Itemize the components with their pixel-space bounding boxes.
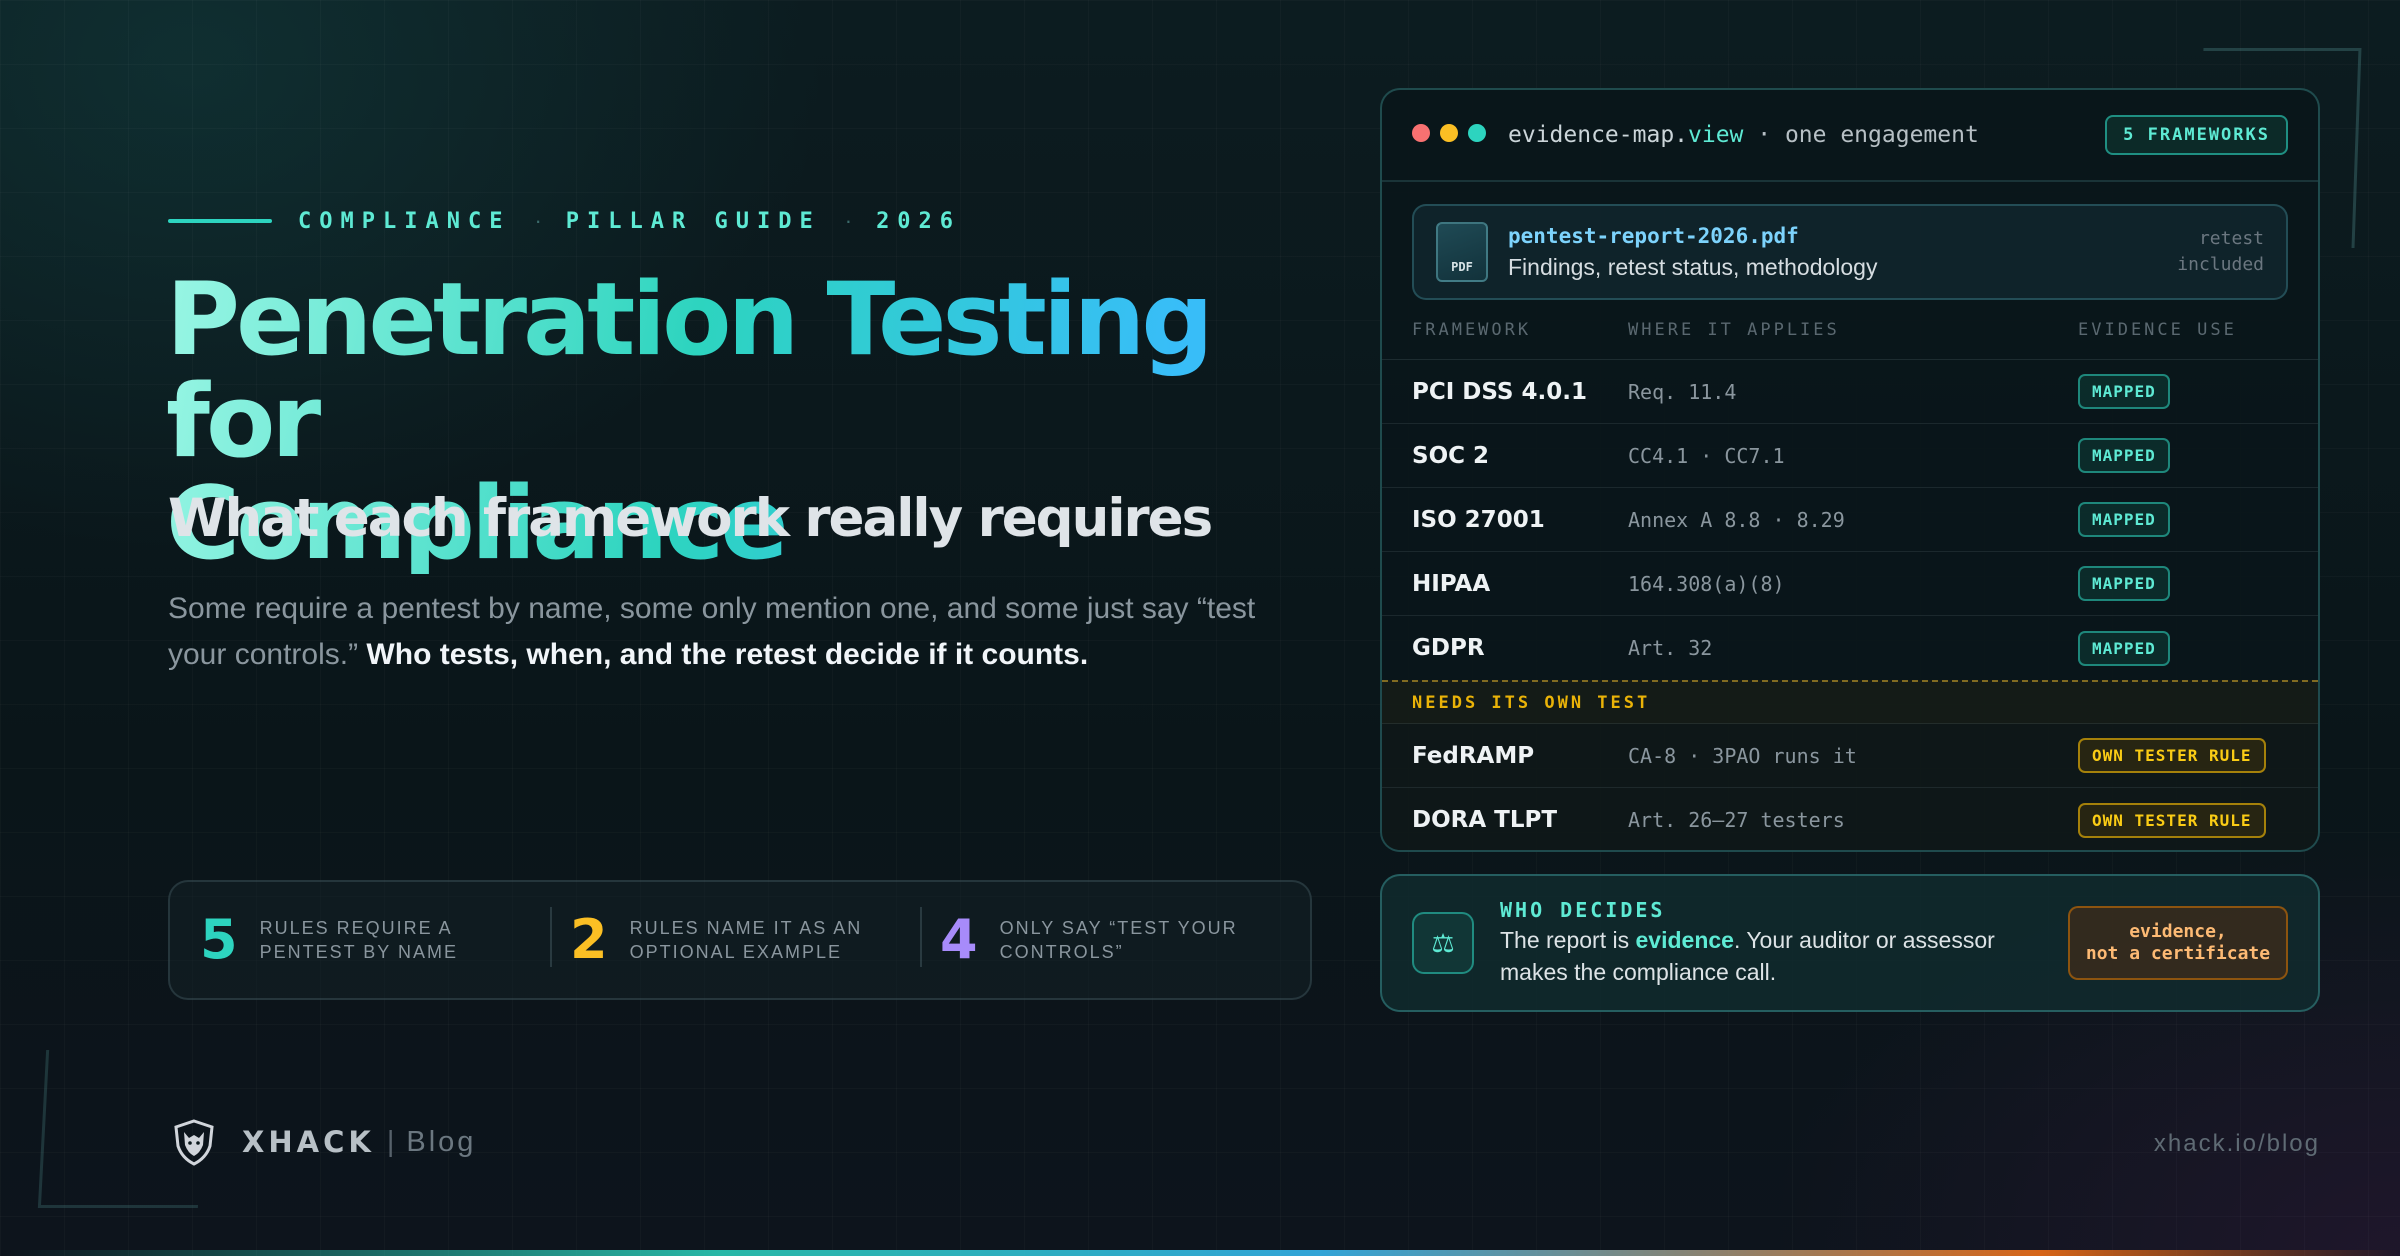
table-row: HIPAA 164.308(a)(8) MAPPED — [1382, 552, 2318, 616]
applies-text: Req. 11.4 — [1628, 379, 1737, 404]
framework-name: ISO 27001 — [1412, 506, 1545, 533]
who-decides-title: WHO DECIDES — [1500, 898, 1666, 922]
description-bold: Who tests, when, and the retest decide i… — [366, 638, 1089, 671]
stat-label: RULES REQUIRE A PENTEST BY NAME — [259, 918, 458, 962]
evidence-map-panel: evidence-map.view · one engagement 5 FRA… — [1380, 88, 2320, 852]
mapped-badge: MAPPED — [2078, 630, 2170, 666]
applies-text: Annex A 8.8 · 8.29 — [1628, 507, 1845, 532]
scales-icon: ⚖ — [1412, 912, 1474, 974]
own-tester-badge: OWN TESTER RULE — [2078, 802, 2266, 838]
applies-text: CC4.1 · CC7.1 — [1628, 443, 1785, 468]
panel-filename: evidence-map.view · one engagement — [1508, 122, 1979, 148]
column-header: WHERE IT APPLIES — [1628, 319, 1840, 340]
table-row: GDPR Art. 32 MAPPED — [1382, 616, 2318, 680]
table-header: FRAMEWORK WHERE IT APPLIES EVIDENCE USE — [1382, 300, 2318, 360]
stat-number: 4 — [940, 908, 978, 971]
bottom-gradient-bar — [0, 1250, 2400, 1256]
page-subtitle: What each framework really requires — [168, 488, 1213, 549]
mapped-badge: MAPPED — [2078, 374, 2170, 409]
site-url[interactable]: xhack.io/blog — [2154, 1130, 2320, 1158]
own-test-rows: FedRAMP CA-8 · 3PAO runs it OWN TESTER R… — [1382, 724, 2318, 850]
brand[interactable]: XHACK | Blog — [170, 1118, 476, 1166]
pdf-file-icon: PDF — [1436, 222, 1488, 282]
stat-number: 5 — [200, 908, 238, 971]
stat-label: ONLY SAY “TEST YOUR CONTROLS” — [999, 918, 1238, 962]
table-row: PCI DSS 4.0.1 Req. 11.4 MAPPED — [1382, 360, 2318, 424]
dot-green-icon — [1468, 123, 1486, 142]
eyebrow: COMPLIANCE · PILLAR GUIDE · 2026 — [168, 208, 961, 234]
brand-sub: Blog — [406, 1125, 477, 1158]
eyebrow-line — [168, 219, 272, 223]
dot-red-icon — [1412, 123, 1430, 142]
framework-name: FedRAMP — [1412, 742, 1535, 769]
title-line-1: Penetration Testing for — [166, 260, 1210, 480]
report-file[interactable]: PDF pentest-report-2026.pdf Findings, re… — [1412, 204, 2288, 300]
eyebrow-separator: · — [534, 208, 542, 233]
framework-name: GDPR — [1412, 635, 1485, 661]
dot-yellow-icon — [1440, 123, 1458, 142]
stat-item: 2 RULES NAME IT AS AN OPTIONAL EXAMPLE — [550, 907, 940, 971]
report-filename: pentest-report-2026.pdf — [1508, 223, 1799, 248]
stat-label: RULES NAME IT AS AN OPTIONAL EXAMPLE — [629, 918, 863, 962]
needs-own-test-label: NEEDS ITS OWN TEST — [1382, 680, 2318, 724]
table-row: ISO 27001 Annex A 8.8 · 8.29 MAPPED — [1382, 488, 2318, 552]
window-dots — [1412, 123, 1496, 147]
applies-text: 164.308(a)(8) — [1628, 571, 1785, 596]
table-row: SOC 2 CC4.1 · CC7.1 MAPPED — [1382, 424, 2318, 488]
not-certificate-badge: evidence, not a certificate — [2068, 906, 2288, 980]
own-tester-badge: OWN TESTER RULE — [2078, 738, 2266, 773]
framework-name: PCI DSS 4.0.1 — [1412, 378, 1587, 405]
stat-item: 4 ONLY SAY “TEST YOUR CONTROLS” — [920, 907, 1310, 971]
applies-text: CA-8 · 3PAO runs it — [1628, 743, 1857, 768]
eyebrow-category: COMPLIANCE — [298, 208, 511, 234]
retest-note: retest included — [2177, 228, 2264, 275]
frameworks-badge: 5 FRAMEWORKS — [2105, 115, 2288, 155]
report-description: Findings, retest status, methodology — [1508, 253, 1878, 280]
applies-text: Art. 26–27 testers — [1628, 808, 1845, 832]
stat-number: 2 — [570, 908, 608, 971]
framework-name: DORA TLPT — [1412, 807, 1558, 833]
applies-text: Art. 32 — [1628, 636, 1713, 660]
mapped-badge: MAPPED — [2078, 438, 2170, 473]
column-header: EVIDENCE USE — [2078, 319, 2237, 340]
mapped-badge: MAPPED — [2078, 566, 2170, 601]
eyebrow-kind: PILLAR GUIDE — [565, 208, 821, 234]
framework-name: HIPAA — [1412, 570, 1491, 597]
framework-name: SOC 2 — [1412, 442, 1490, 469]
brand-separator: | — [386, 1125, 395, 1158]
eyebrow-separator: · — [844, 208, 853, 233]
who-decides-card: ⚖ WHO DECIDES The report is evidence. Yo… — [1380, 874, 2320, 1012]
eyebrow-year: 2026 — [876, 208, 962, 234]
wolf-shield-icon — [174, 1119, 214, 1166]
panel-header: evidence-map.view · one engagement 5 FRA… — [1382, 90, 2318, 182]
brand-name: XHACK — [242, 1125, 375, 1159]
stats-card: 5 RULES REQUIRE A PENTEST BY NAME 2 RULE… — [168, 880, 1312, 1000]
stat-item: 5 RULES REQUIRE A PENTEST BY NAME — [200, 913, 570, 967]
description: Some require a pentest by name, some onl… — [168, 586, 1288, 678]
mapped-badge: MAPPED — [2078, 502, 2170, 537]
column-header: FRAMEWORK — [1412, 319, 1532, 340]
table-row: FedRAMP CA-8 · 3PAO runs it OWN TESTER R… — [1382, 724, 2318, 788]
who-decides-text: The report is evidence. Your auditor or … — [1500, 927, 1995, 985]
table-row: DORA TLPT Art. 26–27 testers OWN TESTER … — [1382, 788, 2318, 850]
